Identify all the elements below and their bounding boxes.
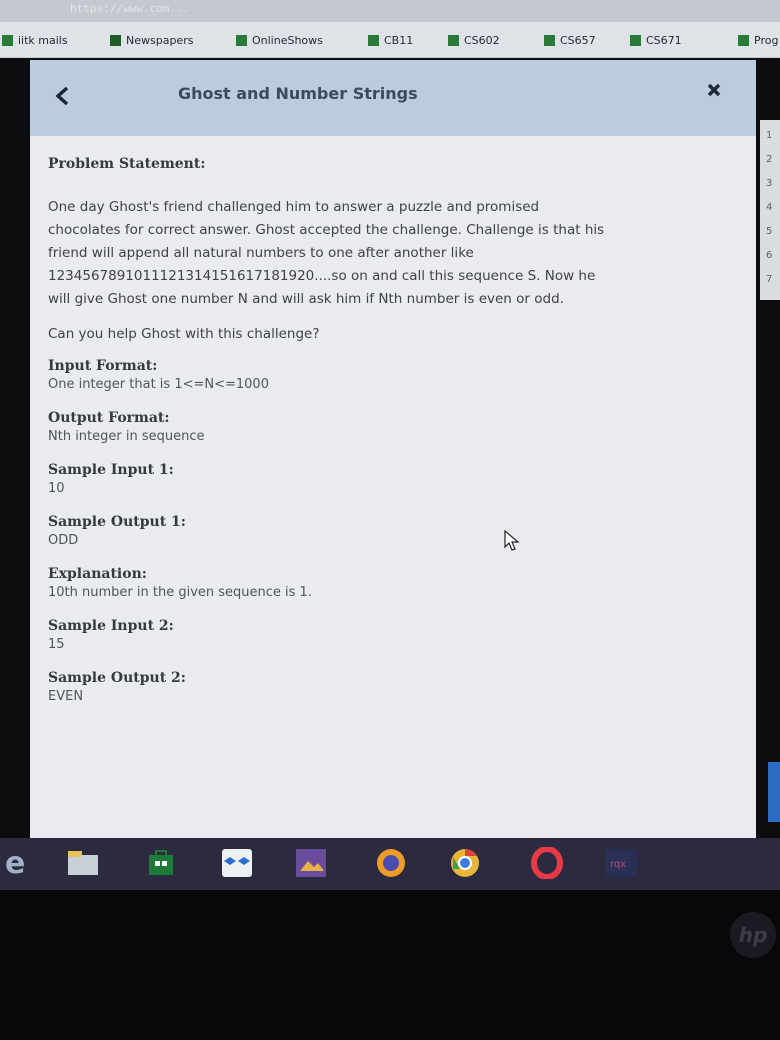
line-number: 2	[766, 154, 773, 165]
photos-icon[interactable]	[294, 846, 328, 880]
problem-statement-header: Problem Statement:	[48, 156, 206, 172]
line-number: 7	[766, 274, 773, 285]
output-format-value: Nth integer in sequence	[48, 429, 205, 444]
hp-logo: hp	[730, 912, 776, 958]
dialog-title: Ghost and Number Strings	[178, 84, 418, 103]
bookmark-cs671[interactable]: CS671	[630, 31, 682, 49]
bookmark-label: OnlineShows	[252, 33, 323, 47]
bookmark-label: CB11	[384, 33, 414, 47]
svg-text:e: e	[5, 848, 25, 878]
bookmark-label: CS671	[646, 33, 682, 47]
question-text: Can you help Ghost with this challenge?	[48, 326, 320, 342]
scroll-indicator[interactable]	[768, 762, 780, 822]
bookmark-icon	[110, 34, 121, 46]
sample-output-2-header: Sample Output 2:	[48, 670, 186, 686]
bookmark-iitk-mails[interactable]: iitk mails	[2, 31, 68, 49]
line-number-gutter: 1 2 3 4 5 6 7	[760, 120, 780, 300]
sample-input-1-value: 10	[48, 481, 65, 496]
sample-output-2-value: EVEN	[48, 689, 84, 704]
bookmark-onlineshows[interactable]: OnlineShows	[236, 31, 323, 49]
app-icon[interactable]: rqx	[604, 846, 638, 880]
problem-dialog: Ghost and Number Strings Problem Stateme…	[30, 60, 756, 840]
statement-line: 1234567891011121314151617181920....so on…	[48, 268, 596, 284]
bookmark-icon	[448, 34, 459, 46]
explanation-value: 10th number in the given sequence is 1.	[48, 585, 312, 600]
close-button[interactable]	[706, 76, 722, 104]
sample-input-2-header: Sample Input 2:	[48, 618, 174, 634]
bookmark-icon	[2, 34, 13, 46]
statement-line: chocolates for correct answer. Ghost acc…	[48, 222, 605, 238]
statement-line: will give Ghost one number N and will as…	[48, 291, 564, 307]
bookmark-label: Newspapers	[126, 33, 194, 47]
store-icon[interactable]	[144, 846, 178, 880]
bookmark-prog[interactable]: Prog	[738, 31, 778, 49]
monitor-bezel	[0, 890, 780, 1040]
bookmark-icon	[236, 34, 247, 46]
bookmark-icon	[630, 34, 641, 46]
statement-line: friend will append all natural numbers t…	[48, 245, 474, 261]
bookmark-icon	[738, 34, 749, 46]
bookmark-cs602[interactable]: CS602	[448, 31, 500, 49]
problem-content: Problem Statement: One day Ghost's frien…	[48, 156, 748, 708]
input-format-value: One integer that is 1<=N<=1000	[48, 377, 269, 392]
file-explorer-icon[interactable]	[66, 846, 100, 880]
chevron-left-icon	[55, 86, 69, 106]
edge-icon[interactable]: e	[0, 846, 34, 880]
sample-output-1-header: Sample Output 1:	[48, 514, 186, 530]
bookmark-cb11[interactable]: CB11	[368, 31, 413, 49]
app-label: rqx	[610, 859, 626, 870]
bookmark-cs657[interactable]: CS657	[544, 31, 596, 49]
input-format-header: Input Format:	[48, 358, 158, 374]
output-format-header: Output Format:	[48, 410, 170, 426]
address-text[interactable]: https://www.com...	[70, 2, 189, 15]
line-number: 1	[766, 130, 773, 141]
hp-logo-text: hp	[738, 923, 768, 947]
line-number: 3	[766, 178, 773, 189]
taskbar: e rqx	[0, 838, 780, 890]
bookmark-label: CS657	[560, 33, 596, 47]
line-number: 6	[766, 250, 773, 261]
close-icon	[707, 83, 721, 97]
dialog-header: Ghost and Number Strings	[30, 60, 756, 136]
line-number: 4	[766, 202, 773, 213]
bookmark-label: CS602	[464, 33, 500, 47]
bookmark-icon	[544, 34, 555, 46]
bookmark-newspapers[interactable]: Newspapers	[110, 31, 193, 49]
sample-input-1-header: Sample Input 1:	[48, 462, 174, 478]
bookmark-label: Prog	[754, 33, 779, 47]
bookmark-label: iitk mails	[18, 33, 68, 47]
firefox-icon[interactable]	[374, 846, 408, 880]
dropbox-icon[interactable]	[220, 846, 254, 880]
mouse-cursor-icon	[504, 530, 520, 551]
statement-line: One day Ghost's friend challenged him to…	[48, 199, 540, 215]
sample-output-1-value: ODD	[48, 533, 79, 548]
bookmark-icon	[368, 34, 379, 46]
opera-icon[interactable]	[530, 846, 564, 880]
chrome-icon[interactable]	[448, 846, 482, 880]
line-number: 5	[766, 226, 773, 237]
address-bar[interactable]: https://www.com...	[0, 0, 780, 22]
back-button[interactable]	[54, 86, 70, 108]
explanation-header: Explanation:	[48, 566, 147, 582]
sample-input-2-value: 15	[48, 637, 65, 652]
bookmarks-bar: iitk mails Newspapers OnlineShows CB11 C…	[0, 22, 780, 58]
